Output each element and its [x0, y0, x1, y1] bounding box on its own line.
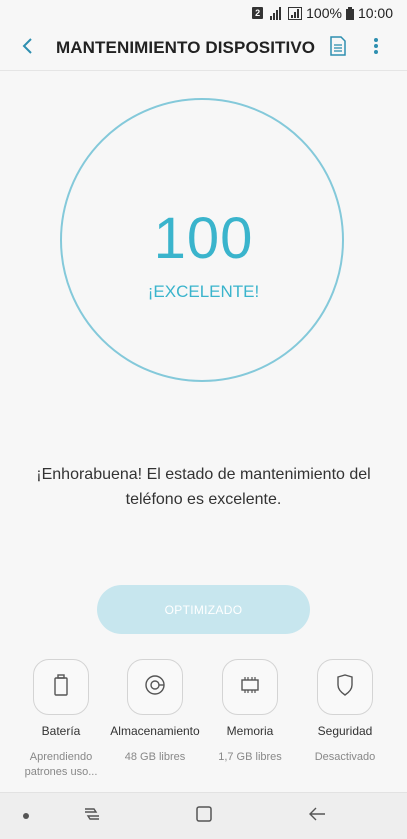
storage-icon	[144, 674, 166, 701]
memory-chip-icon	[239, 675, 261, 700]
feature-sub: Aprendiendo patrones uso...	[24, 751, 98, 778]
memory-icon-wrap	[222, 659, 278, 715]
back-button[interactable]	[16, 36, 40, 60]
recent-apps-button[interactable]	[80, 805, 104, 827]
page-title: MANTENIMIENTO DISPOSITIVO	[56, 38, 316, 57]
feature-memory[interactable]: Memoria 1,7 GB libres	[200, 658, 300, 765]
document-icon	[329, 35, 347, 61]
home-button[interactable]	[192, 805, 216, 827]
feature-label: Almacenamiento	[110, 724, 200, 738]
battery-icon	[53, 673, 69, 701]
optimize-button[interactable]: OPTIMIZADO	[97, 585, 310, 634]
score-status: ¡EXCELENTE!	[147, 282, 260, 301]
shield-icon-wrap	[317, 659, 373, 715]
feature-security[interactable]: Seguridad Desactivado	[295, 658, 395, 765]
navigation-bar	[0, 792, 407, 839]
sim-slot-badge: 2	[252, 7, 264, 19]
battery-icon-wrap	[33, 659, 89, 715]
back-arrow-icon	[21, 37, 35, 60]
document-button[interactable]	[327, 35, 349, 61]
feature-storage[interactable]: Almacenamiento 48 GB libres	[105, 658, 205, 765]
battery-percent: 100%	[306, 5, 342, 21]
feature-sub: 48 GB libres	[124, 751, 186, 763]
feature-sub: 1,7 GB libres	[218, 751, 282, 763]
feature-battery[interactable]: Batería Aprendiendo patrones uso...	[11, 658, 111, 780]
score-value: 100	[153, 206, 254, 271]
more-options-button[interactable]	[366, 36, 386, 60]
signal-bars-icon	[270, 6, 284, 20]
app-bar: MANTENIMIENTO DISPOSITIVO	[0, 26, 407, 71]
home-square-icon	[195, 805, 213, 828]
status-bar: 2 100% 10:00	[0, 0, 407, 26]
nav-back-button[interactable]	[306, 805, 330, 827]
storage-icon-wrap	[127, 659, 183, 715]
feature-label: Memoria	[226, 724, 274, 738]
feature-label: Batería	[41, 724, 81, 738]
feature-label: Seguridad	[317, 724, 373, 738]
more-vertical-icon	[373, 37, 379, 60]
feature-sub: Desactivado	[314, 751, 376, 763]
status-message: ¡Enhorabuena! El estado de mantenimiento…	[36, 466, 371, 508]
nav-back-arrow-icon	[308, 805, 328, 828]
recent-apps-icon	[82, 805, 102, 828]
dot-icon	[22, 807, 30, 825]
clock: 10:00	[357, 5, 393, 21]
feature-list: Batería Aprendiendo patrones uso... Alma…	[0, 658, 407, 788]
no-sim-signal-icon	[288, 6, 303, 20]
shield-icon	[336, 673, 354, 701]
nav-dot-button[interactable]	[14, 805, 38, 827]
battery-status-icon	[345, 6, 354, 20]
